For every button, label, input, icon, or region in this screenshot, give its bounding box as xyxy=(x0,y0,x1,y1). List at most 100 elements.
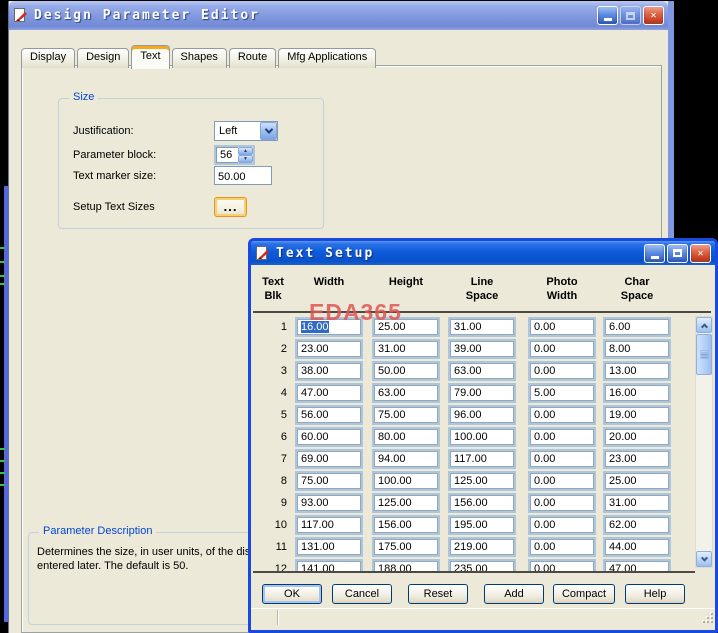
cell-width-row8[interactable] xyxy=(295,471,363,491)
parameter-description-title: Parameter Description xyxy=(39,525,156,537)
cell-line_space-row7[interactable] xyxy=(448,449,516,469)
help-button[interactable]: Help xyxy=(625,584,685,604)
cell-photo_width-row8[interactable] xyxy=(528,471,596,491)
text-size-table: 116.0023456789101112 xyxy=(253,313,695,573)
cell-photo_width-row6[interactable] xyxy=(528,427,596,447)
cell-width-row10[interactable] xyxy=(295,515,363,535)
size-group-title: Size xyxy=(69,91,98,103)
cell-photo_width-row3[interactable] xyxy=(528,361,596,381)
parameter-block-spinner[interactable]: 56 ▲ ▼ xyxy=(214,145,255,165)
cell-line_space-row4[interactable] xyxy=(448,383,516,403)
scrollbar-thumb[interactable] xyxy=(696,334,712,375)
main-title-bar[interactable]: Design Parameter Editor ✕ xyxy=(9,1,668,30)
cell-photo_width-row10[interactable] xyxy=(528,515,596,535)
tab-display[interactable]: Display xyxy=(21,48,75,68)
row-number: 1 xyxy=(261,317,287,333)
cell-height-row5[interactable] xyxy=(372,405,440,425)
cell-height-row12[interactable] xyxy=(372,559,440,573)
tab-shapes[interactable]: Shapes xyxy=(172,48,227,68)
dialog-title-bar[interactable]: Text Setup ✕ xyxy=(251,241,715,265)
cell-line_space-row2[interactable] xyxy=(448,339,516,359)
cell-height-row8[interactable] xyxy=(372,471,440,491)
cell-width-row7[interactable] xyxy=(295,449,363,469)
row-number: 3 xyxy=(261,361,287,377)
cell-char_space-row11[interactable] xyxy=(603,537,671,557)
ok-button[interactable]: OK xyxy=(262,584,322,604)
cell-photo_width-row9[interactable] xyxy=(528,493,596,513)
spin-down-icon[interactable]: ▼ xyxy=(238,155,253,163)
cell-line_space-row1[interactable] xyxy=(448,317,516,337)
cell-line_space-row10[interactable] xyxy=(448,515,516,535)
cell-height-row11[interactable] xyxy=(372,537,440,557)
cell-photo_width-row5[interactable] xyxy=(528,405,596,425)
cell-width-row9[interactable] xyxy=(295,493,363,513)
scroll-up-icon[interactable] xyxy=(696,317,712,333)
cell-photo_width-row1[interactable] xyxy=(528,317,596,337)
cell-photo_width-row2[interactable] xyxy=(528,339,596,359)
dialog-close-button[interactable]: ✕ xyxy=(690,244,711,263)
cell-char_space-row1[interactable] xyxy=(603,317,671,337)
cell-char_space-row4[interactable] xyxy=(603,383,671,403)
reset-button[interactable]: Reset xyxy=(408,584,468,604)
cell-height-row6[interactable] xyxy=(372,427,440,447)
cell-width-row11[interactable] xyxy=(295,537,363,557)
cell-height-row10[interactable] xyxy=(372,515,440,535)
parameter-block-value[interactable]: 56 xyxy=(216,147,238,163)
cell-photo_width-row12[interactable] xyxy=(528,559,596,573)
cell-photo_width-row11[interactable] xyxy=(528,537,596,557)
scroll-down-icon[interactable] xyxy=(696,551,712,567)
justification-label: Justification: xyxy=(73,125,134,137)
close-button[interactable]: ✕ xyxy=(643,6,664,25)
combo-dropdown-icon[interactable] xyxy=(260,122,277,140)
setup-text-sizes-button[interactable]: ... xyxy=(214,197,247,217)
cell-width-row4[interactable] xyxy=(295,383,363,403)
compact-button[interactable]: Compact xyxy=(553,584,615,604)
cell-line_space-row5[interactable] xyxy=(448,405,516,425)
cell-char_space-row3[interactable] xyxy=(603,361,671,381)
cell-char_space-row7[interactable] xyxy=(603,449,671,469)
cell-width-row6[interactable] xyxy=(295,427,363,447)
cell-char_space-row8[interactable] xyxy=(603,471,671,491)
tab-route[interactable]: Route xyxy=(229,48,276,68)
dialog-minimize-button[interactable] xyxy=(644,244,665,263)
cell-line_space-row9[interactable] xyxy=(448,493,516,513)
cell-line_space-row11[interactable] xyxy=(448,537,516,557)
cell-height-row3[interactable] xyxy=(372,361,440,381)
cell-char_space-row9[interactable] xyxy=(603,493,671,513)
cancel-button[interactable]: Cancel xyxy=(332,584,392,604)
cell-char_space-row10[interactable] xyxy=(603,515,671,535)
text-marker-size-input[interactable] xyxy=(214,166,272,185)
tab-mfg-applications[interactable]: Mfg Applications xyxy=(278,48,376,68)
dialog-title: Text Setup xyxy=(276,246,644,261)
cell-char_space-row6[interactable] xyxy=(603,427,671,447)
app-icon xyxy=(13,8,29,23)
cell-width-row2[interactable] xyxy=(295,339,363,359)
cell-char_space-row12[interactable] xyxy=(603,559,671,573)
cell-char_space-row2[interactable] xyxy=(603,339,671,359)
cell-line_space-row8[interactable] xyxy=(448,471,516,491)
spin-up-icon[interactable]: ▲ xyxy=(238,147,253,155)
vertical-scrollbar[interactable] xyxy=(695,316,713,568)
cell-height-row2[interactable] xyxy=(372,339,440,359)
cell-line_space-row3[interactable] xyxy=(448,361,516,381)
add-button[interactable]: Add xyxy=(484,584,544,604)
cell-photo_width-row4[interactable] xyxy=(528,383,596,403)
tab-text[interactable]: Text xyxy=(131,45,169,69)
tab-design[interactable]: Design xyxy=(77,48,129,68)
minimize-button[interactable] xyxy=(597,6,618,25)
dialog-maximize-button[interactable] xyxy=(667,244,688,263)
maximize-button[interactable] xyxy=(620,6,641,25)
cell-height-row9[interactable] xyxy=(372,493,440,513)
cell-width-row3[interactable] xyxy=(295,361,363,381)
cell-width-row12[interactable] xyxy=(295,559,363,573)
cell-height-row4[interactable] xyxy=(372,383,440,403)
cell-line_space-row6[interactable] xyxy=(448,427,516,447)
cell-height-row7[interactable] xyxy=(372,449,440,469)
resize-grip[interactable] xyxy=(703,613,713,623)
cell-char_space-row5[interactable] xyxy=(603,405,671,425)
cell-line_space-row12[interactable] xyxy=(448,559,516,573)
canvas-tick xyxy=(0,247,5,249)
cell-photo_width-row7[interactable] xyxy=(528,449,596,469)
cell-width-row5[interactable] xyxy=(295,405,363,425)
justification-combobox[interactable]: Left xyxy=(214,121,278,141)
